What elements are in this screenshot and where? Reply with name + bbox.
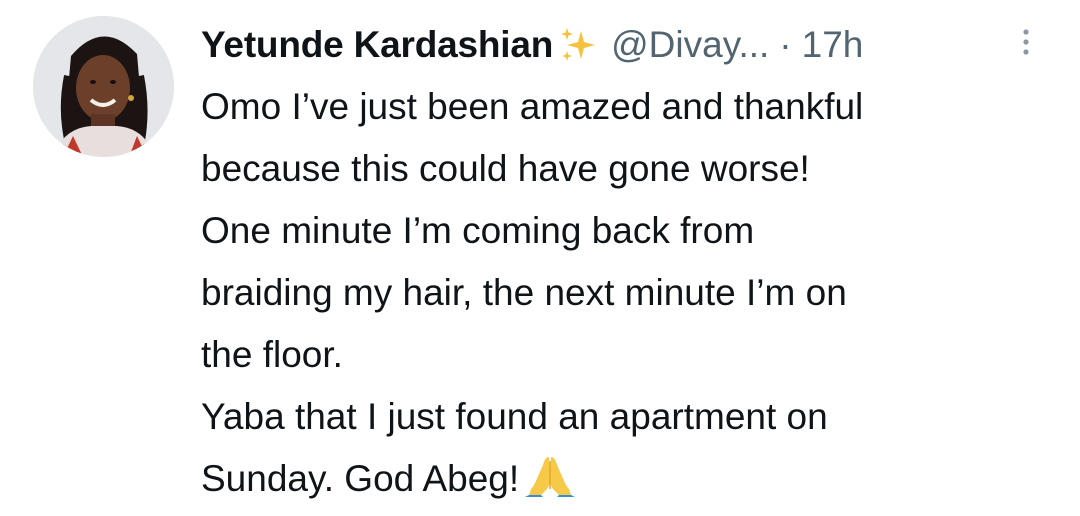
user-handle[interactable]: @Divay... [611,24,769,66]
tweet-text-line: the floor. [201,334,343,375]
tweet-text-line: Omo I’ve just been amazed and thankful [201,86,864,127]
avatar[interactable] [33,16,174,157]
tweet-text: Omo I’ve just been amazed and thankful b… [201,76,1061,510]
separator-dot: · [779,24,792,65]
tweet-header: Yetunde Kardashian @Divay... · 17h [201,14,1061,76]
sparkles-icon [557,25,597,65]
folded-hands-icon [525,453,576,497]
tweet[interactable]: Yetunde Kardashian @Divay... · 17h Omo I… [0,0,1080,509]
tweet-text-line: Sunday. God Abeg! [201,458,520,499]
tweet-text-line: Yaba that I just found an apartment on [201,396,828,437]
avatar-image [33,16,174,157]
tweet-text-line: because this could have gone worse! [201,148,810,189]
more-options-icon[interactable] [1016,24,1036,60]
tweet-text-line: One minute I’m coming back from [201,210,755,251]
tweet-content: Yetunde Kardashian @Divay... · 17h Omo I… [201,14,1061,510]
tweet-text-line: braiding my hair, the next minute I’m on [201,272,847,313]
timestamp[interactable]: 17h [802,24,864,66]
display-name[interactable]: Yetunde Kardashian [201,24,553,66]
tweet-text-last-line: Sunday. God Abeg! [201,448,1061,510]
